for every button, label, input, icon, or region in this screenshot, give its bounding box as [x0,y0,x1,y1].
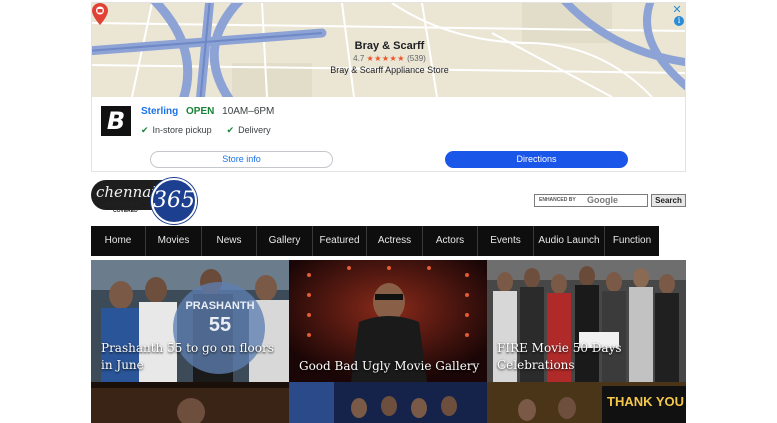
search-google-label: Google [587,195,618,205]
featured-tile-prashanth[interactable]: PRASHANTH 55 Prashanth 55 to go on floor… [91,260,289,382]
search-enhanced-label: ENHANCED BY [539,197,576,203]
featured-caption-line1: FIRE Movie 50 Days [497,341,622,355]
nav-featured[interactable]: Featured [313,226,367,256]
featured-caption-line2: Celebrations [497,358,575,372]
featured-tile-fire[interactable]: FIRE Movie 50 Days Celebrations [487,260,686,382]
nav-gallery[interactable]: Gallery [257,226,313,256]
directions-button[interactable]: Directions [445,151,628,168]
search-input[interactable]: ENHANCED BY Google [534,194,648,207]
ad-close-icon[interactable]: ✕ [671,4,683,16]
logo-tagline-line2: COVERED [113,208,138,214]
rating-value: 4.7 [353,54,365,63]
logo-number-badge: 365 [151,178,197,224]
business-open-status: OPEN [186,106,215,117]
rating-stars-icon: ★★★★★ [366,54,405,63]
logo-tagline: ...EVERYTHING COVERED [103,202,140,214]
banner-text: THANK YOU ALL [607,394,686,409]
featured-caption: Prashanth 55 to go on floors in June [101,340,274,374]
featured-caption: FIRE Movie 50 Days Celebrations [497,340,622,374]
featured-caption: Good Bad Ugly Movie Gallery [299,358,479,375]
site-logo[interactable]: chennai ...EVERYTHING COVERED 365 [91,178,199,224]
feature-delivery: Delivery [238,125,271,135]
featured-grid: PRASHANTH 55 Prashanth 55 to go on floor… [91,260,686,423]
nav-events[interactable]: Events [478,226,534,256]
main-nav: Home Movies News Gallery Featured Actres… [91,226,659,256]
business-logo[interactable]: B [101,106,131,136]
business-features: ✔ In-store pickup ✔ Delivery [141,125,271,136]
featured-tile-bottom-1[interactable] [91,382,289,423]
search-button[interactable]: Search [651,194,686,207]
nav-actors[interactable]: Actors [423,226,478,256]
logo-word: chennai [96,183,156,201]
business-header: Sterling OPEN 10AM–6PM [141,106,274,117]
map-pin-icon[interactable] [92,3,108,25]
map-place-name[interactable]: Bray & Scarff [322,40,457,52]
nav-movies[interactable]: Movies [146,226,202,256]
check-icon: ✔ [141,125,149,135]
map-place-subtitle: Bray & Scarff Appliance Store [330,65,449,75]
nav-audio-launch[interactable]: Audio Launch [534,226,605,256]
review-count: (539) [407,54,426,63]
featured-tile-bottom-2[interactable] [289,382,487,423]
featured-photo [289,382,487,423]
ad-map[interactable]: Bray & Scarff 4.7 ★★★★★ (539) Bray & Sca… [92,3,685,97]
check-icon: ✔ [226,125,235,135]
map-place-rating: 4.7 ★★★★★ (539) [322,54,457,63]
store-info-button[interactable]: Store info [150,151,333,168]
featured-tile-bottom-3[interactable]: THANK YOU ALL [487,382,686,423]
ad-info-icon[interactable]: i [674,16,684,26]
nav-news[interactable]: News [202,226,257,256]
nav-home[interactable]: Home [91,226,146,256]
featured-caption-line1: Good Bad Ugly Movie Gallery [299,359,480,373]
business-name[interactable]: Sterling [141,106,178,117]
featured-photo [91,382,289,423]
poster-number-text: 55 [208,314,232,336]
nav-function[interactable]: Function [605,226,659,256]
featured-caption-line1: Prashanth 55 to go on floors [101,341,274,355]
poster-title-text: PRASHANTH [185,300,255,312]
featured-tile-good-bad-ugly[interactable]: Good Bad Ugly Movie Gallery [289,260,487,382]
featured-caption-line2: in June [101,358,144,372]
map-ad[interactable]: Bray & Scarff 4.7 ★★★★★ (539) Bray & Sca… [91,2,686,172]
feature-pickup: In-store pickup [152,125,212,135]
business-hours: 10AM–6PM [222,106,275,117]
nav-actress[interactable]: Actress [367,226,423,256]
